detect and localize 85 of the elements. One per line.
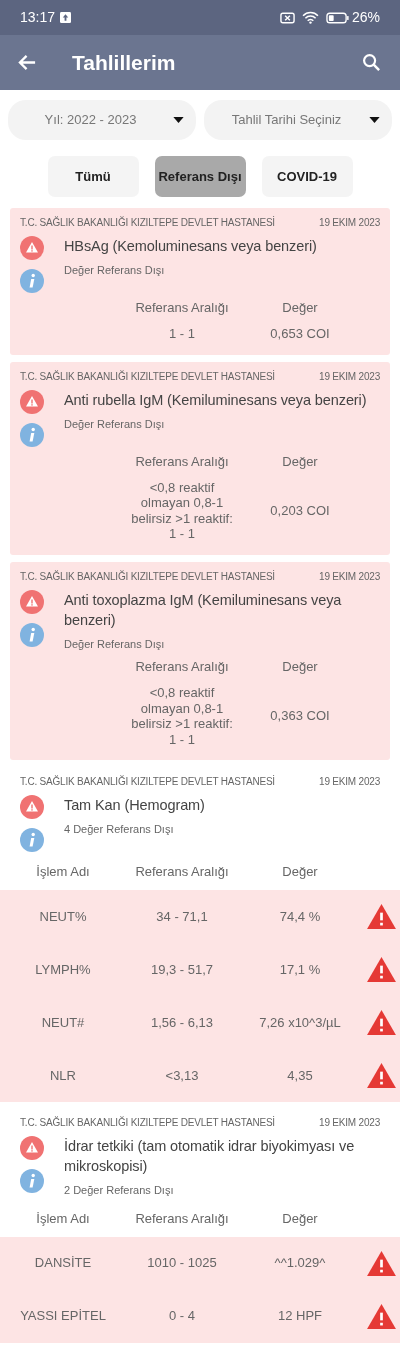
warning-icon [20,795,44,819]
info-icon [20,828,44,852]
wifi-icon [301,11,319,24]
status-text: Değer Referans Dışı [64,636,165,652]
reference-range: 1,56 - 6,13 [149,1013,215,1032]
test-name: LYMPH% [34,960,92,979]
column-header: Referans Aralığı [134,863,230,882]
dropdown-caret-icon [369,117,380,123]
warning-icon [20,389,44,414]
result-value: 74,4 % [278,907,322,926]
column-header: Referans Aralığı [134,1209,230,1228]
result-card[interactable] [10,361,390,555]
screen-title: Tahlillerim [72,49,177,76]
result-date: 19 EKIM 2023 [319,569,380,584]
test-name: NLR [49,1066,77,1085]
info-icon [20,269,44,293]
test-name: Tam Kan (Hemogram) [64,796,205,815]
result-value: 0,363 COI [269,707,331,726]
result-value: 0,203 COI [269,501,331,520]
reference-range: 0 - 4 [168,1307,196,1326]
hospital-name: T.C. SAĞLIK BAKANLIĞI KIZILTEPE DEVLET HASTANESİ [20,569,275,584]
battery-percentage: 26% [351,8,380,27]
column-header: Referans Aralığı [134,658,230,676]
search-icon[interactable] [362,53,381,72]
column-header: Değer [281,452,319,471]
status-text: 2 Değer Referans Dışı [64,1183,174,1198]
back-arrow-icon[interactable] [18,53,37,72]
result-value: ^^1.029^ [273,1254,327,1273]
test-name: NEUT% [38,907,88,926]
column-header: Değer [281,1209,319,1228]
result-date: 19 EKIM 2023 [319,1116,380,1130]
result-date: 19 EKIM 2023 [319,369,380,384]
result-card[interactable] [10,561,390,760]
result-value: 12 HPF [276,1307,324,1326]
reference-range: 34 - 71,1 [155,907,209,926]
clock: 13:17 [20,8,56,27]
reference-range: <3,13 [164,1066,200,1085]
filter-tab[interactable]: COVID-19 [261,156,353,197]
dropdown[interactable]: Yıl: 2022 - 2023 [8,100,196,140]
column-header: Referans Aralığı [134,299,230,317]
reference-range: 1010 - 1025 [146,1254,218,1273]
reference-range: <0,8 reaktif olmayan 0,8-1 belirsiz >1 reaktif: 1 - 1 [130,684,234,749]
test-name: HBsAg (Kemoluminesans veya benzeri) [64,237,317,256]
filter-tab[interactable]: Tümü [47,156,139,197]
reference-range: 19,3 - 51,7 [149,960,215,979]
column-header: İşlem Adı [35,863,91,882]
hospital-name: T.C. SAĞLIK BAKANLIĞI KIZILTEPE DEVLET HASTANESİ [20,369,275,384]
result-date: 19 EKIM 2023 [319,775,380,789]
upload-icon [60,12,72,23]
column-header: Değer [281,658,319,676]
test-name: DANSİTE [33,1254,93,1273]
test-name: Anti rubella IgM (Kemiluminesans veya benzeri) [64,390,367,410]
hospital-name: T.C. SAĞLIK BAKANLIĞI KIZILTEPE DEVLET HASTANESİ [20,215,275,230]
warning-icon [20,589,44,614]
test-name: Anti toxoplazma IgM (Kemiluminesans veya benzeri) [64,590,343,630]
result-value: 4,35 [286,1066,314,1085]
result-value: 7,26 x10^3/µL [258,1013,342,1032]
battery-icon [325,11,349,24]
filter-tab[interactable]: Referans Dışı [154,156,246,197]
status-text: Değer Referans Dışı [64,416,165,432]
status-text: 4 Değer Referans Dışı [64,822,174,837]
info-icon [20,622,44,647]
warning-icon [20,1136,44,1160]
test-name: YASSI EPİTEL [19,1307,107,1326]
reference-range: <0,8 reaktif olmayan 0,8-1 belirsiz >1 reaktif: 1 - 1 [130,478,234,543]
dropdown[interactable]: Tahlil Tarihi Seçiniz [204,100,392,140]
info-icon [20,1169,44,1193]
warning-icon [20,236,44,260]
test-name: İdrar tetkiki (tam otomatik idrar biyokimyası ve mikroskopisi) [64,1137,356,1176]
result-value: 0,653 COI [269,325,331,343]
column-header: Değer [281,299,319,317]
status-text: Değer Referans Dışı [64,263,165,278]
result-date: 19 EKIM 2023 [319,216,380,230]
sim-card-icon [279,11,295,24]
reference-range: 1 - 1 [168,325,196,343]
info-icon [20,422,44,447]
column-header: Değer [281,863,319,882]
column-header: Referans Aralığı [134,452,230,471]
hospital-name: T.C. SAĞLIK BAKANLIĞI KIZILTEPE DEVLET HASTANESİ [20,1115,275,1130]
hospital-name: T.C. SAĞLIK BAKANLIĞI KIZILTEPE DEVLET HASTANESİ [20,774,275,789]
column-header: İşlem Adı [35,1209,91,1228]
test-name: NEUT# [40,1013,86,1032]
result-card[interactable]: T.C. SAĞLIK BAKANLIĞI KIZILTEPE DEVLET HASTANESİ 19 EKIM 2023 HBsAg (Kemoluminesans veya benzeri) Değer Referans Dışı Referans Aralığı Değer 1 - 1 0,653 COI [10,208,390,355]
dropdown-caret-icon [173,117,184,123]
result-value: 17,1 % [278,960,322,979]
